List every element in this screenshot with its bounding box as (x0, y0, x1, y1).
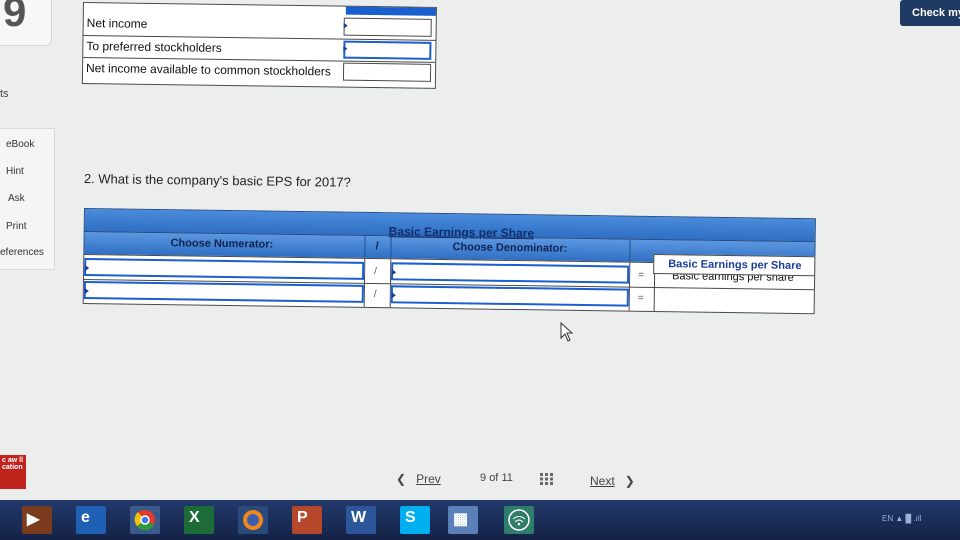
row-label-net-income: Net income (86, 16, 148, 31)
excel-icon[interactable]: X (184, 506, 214, 534)
divide-symbol: / (374, 266, 377, 278)
table-header-bar (345, 6, 436, 16)
preferred-input[interactable] (343, 40, 432, 60)
skype-icon[interactable]: S (400, 506, 430, 534)
eps-table: Choose Numerator: / Choose Denominator: … (82, 208, 816, 318)
powerpoint-icon[interactable]: P (292, 506, 322, 534)
net-income-table: Net income To preferred stockholders Net… (81, 2, 437, 89)
numerator-select-1[interactable] (84, 258, 365, 280)
side-panel: eBook Hint Ask Print eferences (0, 128, 55, 270)
eps-table-title: Basic Earnings per Share (388, 224, 535, 241)
dropdown-marker-icon (343, 22, 348, 29)
ask-link[interactable]: Ask (8, 193, 25, 204)
table-row: Net income available to common stockhold… (82, 57, 436, 84)
signal-icon[interactable]: .ıll (913, 514, 921, 523)
references-link[interactable]: eferences (0, 247, 44, 258)
equals-symbol: = (637, 292, 644, 304)
language-indicator[interactable]: EN (882, 514, 893, 523)
dropdown-marker-icon (85, 265, 90, 272)
net-income-input[interactable] (343, 17, 432, 37)
internet-explorer-icon[interactable]: e (76, 506, 106, 534)
dropdown-marker-icon (392, 269, 397, 276)
page-counter: 9 of 11 (480, 472, 513, 484)
wifi-app-icon[interactable] (504, 506, 534, 534)
divide-symbol-header: / (375, 240, 379, 253)
divide-symbol: / (373, 289, 377, 301)
result-header: Basic Earnings per Share (668, 258, 802, 273)
chrome-icon[interactable] (130, 506, 160, 534)
available-common-value (342, 62, 432, 82)
denominator-select-2[interactable] (390, 285, 629, 307)
media-player-icon[interactable]: ▶ (22, 506, 52, 534)
current-page: 9 (480, 472, 487, 484)
row-label-preferred: To preferred stockholders (86, 39, 222, 55)
hint-link[interactable]: Hint (6, 166, 24, 177)
column-divider (390, 236, 392, 259)
dropdown-marker-icon (391, 292, 396, 299)
taskbar: ▶ e X P W S ▦ EN ▲ █ .ıll (0, 500, 960, 540)
publisher-logo: c aw ll cation (0, 455, 26, 489)
column-divider (364, 235, 366, 258)
numerator-select-2[interactable] (83, 281, 364, 303)
question-number: 9 (0, 0, 52, 46)
check-my-work-button[interactable]: Check my (900, 0, 960, 26)
prev-label: Prev (416, 472, 441, 486)
firefox-icon[interactable] (238, 506, 268, 534)
numerator-header: Choose Numerator: (170, 237, 274, 251)
result-header-cell: Basic Earnings per Share (653, 253, 816, 277)
chevron-up-icon[interactable]: ▲ (895, 514, 903, 523)
network-icon[interactable]: █ (906, 514, 912, 523)
column-divider (629, 239, 631, 262)
prev-button[interactable]: ❮ Prev (396, 472, 441, 486)
row-label-available-common: Net income available to common stockhold… (85, 61, 331, 79)
of-label: of (489, 472, 499, 484)
question-text: 2. What is the company's basic EPS for 2… (83, 171, 351, 190)
word-icon[interactable]: W (346, 506, 376, 534)
equals-symbol: = (638, 269, 645, 281)
next-label: Next (590, 474, 615, 488)
denominator-header: Choose Denominator: (452, 241, 568, 255)
total-pages: 11 (501, 472, 513, 484)
app-icon[interactable]: ▦ (448, 506, 478, 534)
system-tray: EN ▲ █ .ıll (882, 514, 921, 523)
basic-eps-value (656, 289, 812, 311)
points-label: ts (0, 88, 9, 100)
dropdown-marker-icon (84, 288, 89, 295)
dropdown-marker-icon (343, 45, 348, 52)
mouse-cursor-icon (560, 322, 574, 342)
ebook-link[interactable]: eBook (6, 139, 34, 150)
chevron-left-icon: ❮ (396, 472, 407, 486)
grid-view-icon[interactable] (540, 473, 554, 485)
denominator-select-1[interactable] (391, 262, 630, 284)
print-link[interactable]: Print (6, 221, 27, 232)
chevron-right-icon: ❯ (624, 474, 635, 488)
next-button[interactable]: Next ❯ (590, 474, 635, 488)
